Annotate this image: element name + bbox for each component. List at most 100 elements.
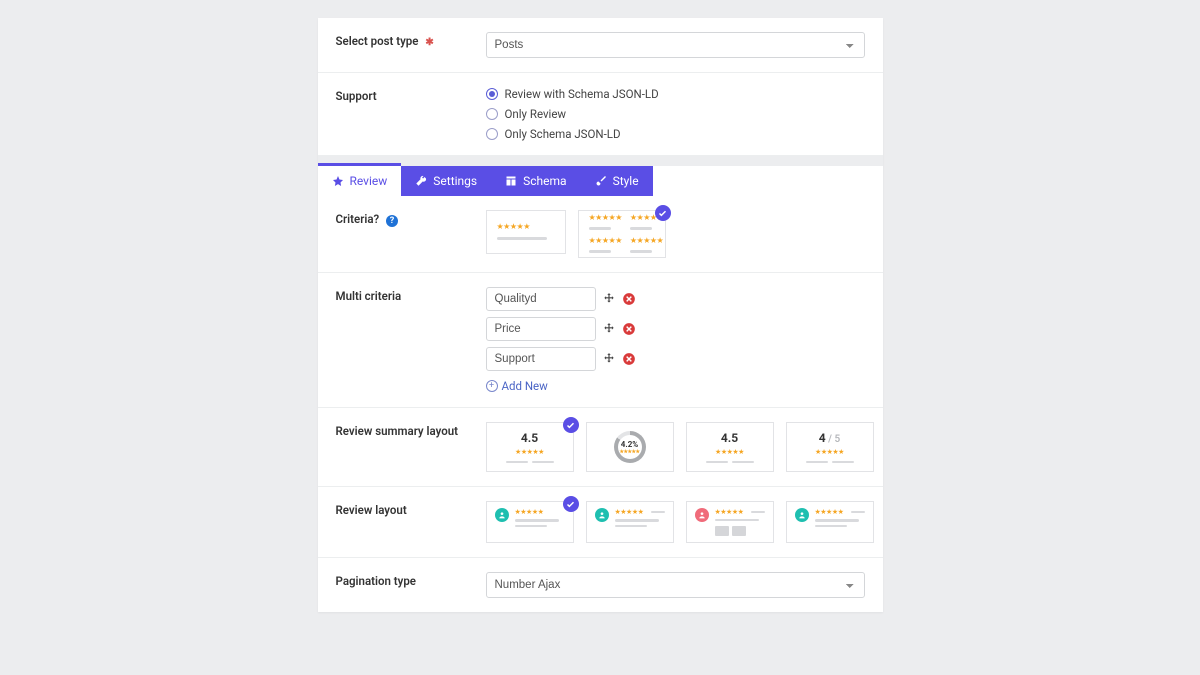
tab-label: Settings <box>433 174 477 188</box>
check-icon <box>563 417 579 433</box>
stars-icon: ★★★★★ <box>515 508 565 516</box>
avatar-icon <box>795 508 809 522</box>
tab-settings[interactable]: Settings <box>401 166 491 196</box>
label-summary: Review summary layout <box>336 422 486 472</box>
tab-label: Style <box>613 174 639 188</box>
star-icon <box>332 175 344 187</box>
stars-icon: ★★★★★ <box>589 236 622 245</box>
placeholder-line <box>589 250 611 253</box>
summary-option-2[interactable]: 4.2% ★★★★★ <box>586 422 674 472</box>
summary-option-4[interactable]: 4 / 5 ★★★★★ <box>786 422 874 472</box>
row-support: Support Review with Schema JSON-LD Only … <box>318 73 883 156</box>
criteria-item <box>486 317 865 341</box>
field-criteria: ★★★★★ ★★★★★ ★★★★★ <box>486 210 865 258</box>
review-layout-option-3[interactable]: ★★★★★ <box>686 501 774 543</box>
field-review-layout: ★★★★★ ★★★★★ <box>486 501 874 543</box>
placeholder-line <box>589 227 611 230</box>
summary-value: 4 / 5 <box>819 431 840 445</box>
field-support: Review with Schema JSON-LD Only Review O… <box>486 87 865 141</box>
field-summary: 4.5 ★★★★★ 4.2% ★★★★★ 4.5 ★★★★★ <box>486 422 874 472</box>
plus-icon: + <box>486 380 498 392</box>
row-pagination: Pagination type Number Ajax <box>318 558 883 612</box>
add-new-button[interactable]: + Add New <box>486 379 548 393</box>
move-icon[interactable] <box>602 292 616 306</box>
tab-schema[interactable]: Schema <box>491 166 580 196</box>
stars-icon: ★★★★★ <box>620 449 640 455</box>
label-review-layout: Review layout <box>336 501 486 543</box>
criteria-input[interactable] <box>486 317 596 341</box>
criteria-input[interactable] <box>486 347 596 371</box>
radio-label: Only Review <box>505 107 567 121</box>
radio-label: Review with Schema JSON-LD <box>505 87 659 101</box>
label-post-type: Select post type ✱ <box>336 32 486 58</box>
label-criteria: Criteria? ? <box>336 210 486 258</box>
row-review-layout: Review layout ★★★★★ <box>318 487 883 558</box>
pagination-select[interactable]: Number Ajax <box>486 572 865 598</box>
stars-icon: ★★★★★ <box>715 508 744 516</box>
field-pagination: Number Ajax <box>486 572 865 598</box>
review-layout-option-1[interactable]: ★★★★★ <box>486 501 574 543</box>
summary-value: 4.2% <box>621 440 638 449</box>
stars-icon: ★★★★★ <box>715 448 744 456</box>
wrench-icon <box>415 175 427 187</box>
stars-icon: ★★★★★ <box>630 236 663 245</box>
placeholder-line <box>497 237 547 240</box>
criteria-option-single[interactable]: ★★★★★ <box>486 210 566 254</box>
label-multi-criteria: Multi criteria <box>336 287 486 393</box>
radio-review-schema[interactable]: Review with Schema JSON-LD <box>486 87 865 101</box>
criteria-item <box>486 347 865 371</box>
delete-icon[interactable] <box>622 352 636 366</box>
criteria-item <box>486 287 865 311</box>
summary-value: 4.5 <box>521 431 538 445</box>
check-icon <box>563 496 579 512</box>
help-icon[interactable]: ? <box>386 215 398 227</box>
radio-icon <box>486 128 498 140</box>
placeholder-line <box>630 227 652 230</box>
add-new-label: Add New <box>502 379 548 393</box>
move-icon[interactable] <box>602 322 616 336</box>
progress-ring: 4.2% ★★★★★ <box>614 431 646 463</box>
radio-only-review[interactable]: Only Review <box>486 107 865 121</box>
row-post-type: Select post type ✱ Posts <box>318 18 883 73</box>
radio-label: Only Schema JSON-LD <box>505 127 621 141</box>
radio-only-schema[interactable]: Only Schema JSON-LD <box>486 127 865 141</box>
settings-panel: Select post type ✱ Posts Support Review … <box>318 18 883 612</box>
summary-option-3[interactable]: 4.5 ★★★★★ <box>686 422 774 472</box>
label-support: Support <box>336 87 486 141</box>
row-criteria: Criteria? ? ★★★★★ ★★★★★ <box>318 196 883 273</box>
criteria-input[interactable] <box>486 287 596 311</box>
row-multi-criteria: Multi criteria <box>318 273 883 408</box>
brush-icon <box>595 175 607 187</box>
label-text: Criteria? <box>336 212 380 226</box>
summary-option-1[interactable]: 4.5 ★★★★★ <box>486 422 574 472</box>
delete-icon[interactable] <box>622 292 636 306</box>
check-icon <box>655 205 671 221</box>
review-layout-option-4[interactable]: ★★★★★ <box>786 501 874 543</box>
stars-icon: ★★★★★ <box>815 508 844 516</box>
move-icon[interactable] <box>602 352 616 366</box>
avatar-icon <box>595 508 609 522</box>
review-layout-option-2[interactable]: ★★★★★ <box>586 501 674 543</box>
avatar-icon <box>495 508 509 522</box>
stars-icon: ★★★★★ <box>497 222 555 231</box>
tab-review[interactable]: Review <box>318 163 402 196</box>
grid-icon <box>505 175 517 187</box>
stars-icon: ★★★★★ <box>589 213 622 222</box>
stars-icon: ★★★★★ <box>815 448 844 456</box>
tab-label: Schema <box>523 174 566 188</box>
required-asterisk: ✱ <box>425 37 433 48</box>
field-post-type: Posts <box>486 32 865 58</box>
label-text: Select post type <box>336 34 419 48</box>
radio-icon <box>486 88 498 100</box>
stars-icon: ★★★★★ <box>515 448 544 456</box>
criteria-option-multi[interactable]: ★★★★★ ★★★★★ ★★★★★ <box>578 210 666 258</box>
label-pagination: Pagination type <box>336 572 486 598</box>
delete-icon[interactable] <box>622 322 636 336</box>
avatar-icon <box>695 508 709 522</box>
row-summary-layout: Review summary layout 4.5 ★★★★★ 4.2% ★★★… <box>318 408 883 487</box>
field-multi-criteria: + Add New <box>486 287 865 393</box>
tab-style[interactable]: Style <box>581 166 653 196</box>
tabs: Review Settings Schema Style <box>318 166 883 196</box>
radio-icon <box>486 108 498 120</box>
post-type-select[interactable]: Posts <box>486 32 865 58</box>
